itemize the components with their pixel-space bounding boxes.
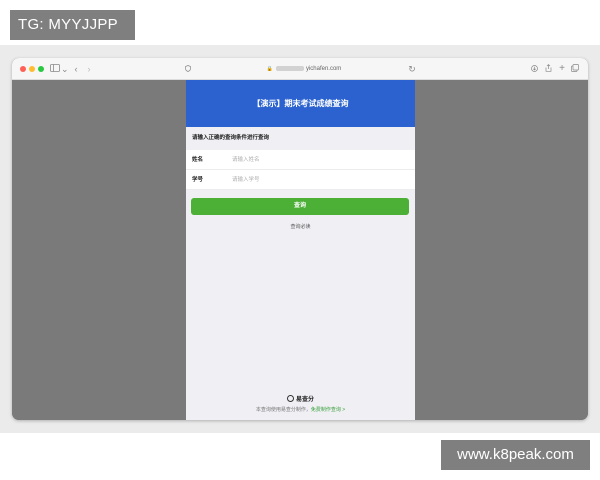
reload-icon[interactable]: ↻ xyxy=(408,63,416,75)
free-create-link[interactable]: 免费制作查询 > xyxy=(311,407,345,413)
share-icon[interactable] xyxy=(544,63,552,75)
watermark-tg: TG: MYYJJPP xyxy=(10,10,135,40)
forward-icon[interactable]: › xyxy=(85,63,93,75)
lock-icon: 🔒 xyxy=(266,66,273,72)
student-id-field-row: 学号 xyxy=(186,170,415,190)
screenshot-stage: TG: MYYJJPP ⌄ ‹ › 🔒 yichafen.com ↻ + 【演示… xyxy=(0,0,600,480)
query-notice-link[interactable]: 查询必读 xyxy=(186,223,415,230)
page-title: 【演示】期末考试成绩查询 xyxy=(186,80,415,127)
student-id-label: 学号 xyxy=(192,177,204,183)
name-input[interactable] xyxy=(232,154,402,166)
query-button[interactable]: 查询 xyxy=(191,198,409,215)
sidebar-icon[interactable] xyxy=(50,63,60,75)
browser-viewport: 【演示】期末考试成绩查询 请输入正确的查询条件进行查询 姓名 学号 查询 查询必… xyxy=(12,80,588,420)
footer-text: 本查询使用易查分制作， xyxy=(255,407,311,413)
minimize-window-button[interactable] xyxy=(29,66,35,72)
score-query-page: 【演示】期末考试成绩查询 请输入正确的查询条件进行查询 姓名 学号 查询 查询必… xyxy=(186,80,415,420)
new-tab-icon[interactable]: + xyxy=(558,63,566,75)
query-hint: 请输入正确的查询条件进行查询 xyxy=(186,127,415,150)
name-field-row: 姓名 xyxy=(186,150,415,170)
zoom-window-button[interactable] xyxy=(38,66,44,72)
address-text: yichafen.com xyxy=(305,66,342,72)
browser-window: ⌄ ‹ › 🔒 yichafen.com ↻ + 【演示】期末考试成绩查询 请输… xyxy=(12,58,588,420)
brand-icon xyxy=(286,395,294,402)
tabs-overview-icon[interactable] xyxy=(571,63,579,75)
close-window-button[interactable] xyxy=(20,66,26,72)
chevron-down-icon[interactable]: ⌄ xyxy=(61,63,69,75)
download-icon[interactable] xyxy=(530,63,538,75)
address-bar[interactable]: 🔒 yichafen.com xyxy=(188,62,420,76)
brand-logo: 易查分 xyxy=(186,394,415,403)
browser-toolbar: ⌄ ‹ › 🔒 yichafen.com ↻ + xyxy=(12,58,588,80)
student-id-input[interactable] xyxy=(232,174,402,186)
brand-name: 易查分 xyxy=(295,397,314,403)
name-label: 姓名 xyxy=(192,157,204,163)
watermark-site: www.k8peak.com xyxy=(441,440,590,470)
footer-note: 本查询使用易查分制作，免费制作查询 > xyxy=(186,406,415,413)
redacted-url-part xyxy=(275,65,304,71)
back-icon[interactable]: ‹ xyxy=(72,63,80,75)
